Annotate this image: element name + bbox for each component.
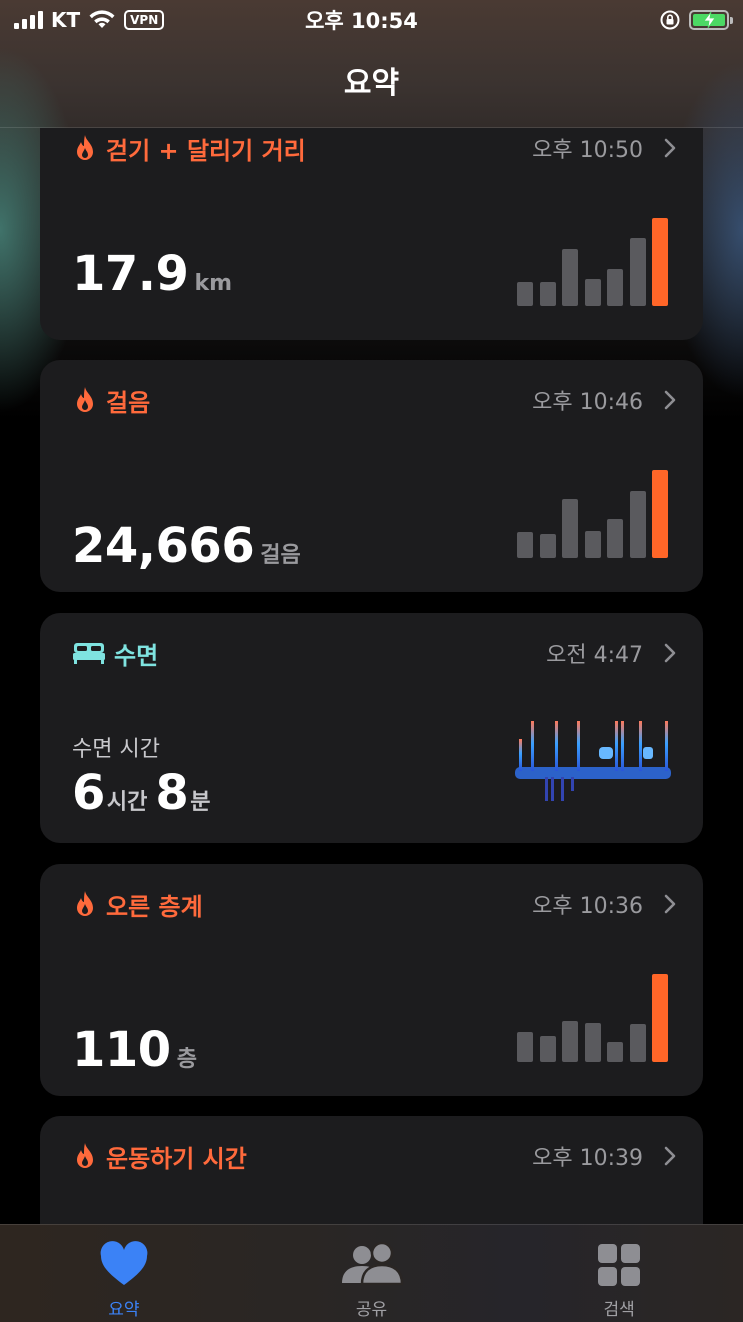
sleep-duration-label: 수면 시간 [72,737,160,762]
card-title: 걸음 [106,388,151,417]
metric-unit: km [194,271,232,296]
trend-bar [629,491,646,558]
status-bar: KT VPN 오후 10:54 [0,0,743,40]
vpn-badge: VPN [124,10,165,30]
card-timestamp: 오후 10:50 [532,138,643,163]
heart-icon [100,1241,148,1285]
trend-bar [652,470,668,558]
sleep-minutes-unit: 분 [190,790,211,815]
card-timestamp: 오후 10:39 [532,1146,643,1171]
summary-list[interactable]: 걷기 + 달리기 거리 오후 10:50 17.9 km 걸음 오후 10:46… [0,128,743,1224]
trend-bar [584,279,601,306]
metric-unit: 걸음 [260,543,301,568]
flame-icon [72,385,98,415]
card-timestamp: 오후 10:46 [532,390,643,415]
sleep-hours-unit: 시간 [106,790,148,815]
trend-bar [539,534,556,558]
flame-icon [72,1141,98,1171]
chevron-right-icon [664,138,676,158]
people-icon [341,1241,403,1286]
wifi-icon [89,10,115,28]
chevron-right-icon [664,894,676,914]
trend-bar [562,1021,578,1062]
tab-browse[interactable]: 검색 [495,1225,743,1322]
battery-icon [689,10,733,30]
chevron-right-icon [664,1146,676,1166]
grid-icon [598,1244,641,1286]
trend-bar [652,218,668,306]
status-time: 오후 10:54 [305,9,418,33]
card-exercise-minutes[interactable]: 운동하기 시간 오후 10:39 [40,1116,703,1224]
tab-sharing[interactable]: 공유 [248,1225,496,1322]
trend-bar [562,499,578,558]
card-timestamp: 오후 10:36 [532,894,643,919]
card-flights-climbed[interactable]: 오른 층계 오후 10:36 110 층 [40,864,703,1096]
metric-value: 110 [72,1022,171,1078]
card-title: 운동하기 시간 [106,1144,247,1173]
orientation-lock-icon [660,10,680,30]
metric-unit: 층 [176,1047,197,1072]
trend-bar [629,238,646,306]
sleep-stages-chart [515,721,671,801]
tab-bar: 요약 공유 검색 [0,1224,743,1322]
card-walking-running-distance[interactable]: 걷기 + 달리기 거리 오후 10:50 17.9 km [40,128,703,340]
tab-label: 요약 [108,1300,140,1320]
trend-bar [607,519,623,558]
metric-value: 24,666 [72,518,255,574]
chevron-right-icon [664,643,676,663]
trend-bar-chart [517,468,669,558]
trend-bar-chart [517,216,669,306]
trend-bar [562,249,578,306]
trend-bar [517,282,533,306]
flame-icon [72,133,98,163]
card-timestamp: 오전 4:47 [546,643,643,668]
header-divider [0,127,743,128]
trend-bar [517,1032,533,1062]
bed-icon [72,638,106,668]
trend-bar [629,1024,646,1062]
card-steps[interactable]: 걸음 오후 10:46 24,666 걸음 [40,360,703,592]
trend-bar [584,531,601,558]
trend-bar [607,1042,623,1062]
tab-label: 검색 [603,1300,635,1320]
sleep-minutes: 8 [155,765,189,821]
flame-icon [72,889,98,919]
card-title: 수면 [114,641,159,670]
tab-summary[interactable]: 요약 [0,1225,248,1322]
card-sleep[interactable]: 수면 오전 4:47 수면 시간 6 시간 8 분 [40,613,703,843]
card-title: 걷기 + 달리기 거리 [106,136,306,165]
trend-bar [539,282,556,306]
chevron-right-icon [664,390,676,410]
page-title: 요약 [343,66,400,101]
carrier-name: KT [51,8,81,32]
trend-bar-chart [517,972,669,1062]
trend-bar [584,1023,601,1062]
trend-bar [607,269,623,306]
trend-bar [652,974,668,1062]
cellular-signal-icon [14,11,43,29]
trend-bar [539,1036,556,1062]
metric-value: 17.9 [72,246,189,302]
charging-bolt-icon [703,11,716,29]
sleep-hours: 6 [72,765,105,821]
tab-label: 공유 [355,1300,388,1320]
card-title: 오른 층계 [106,892,203,921]
trend-bar [517,532,533,558]
